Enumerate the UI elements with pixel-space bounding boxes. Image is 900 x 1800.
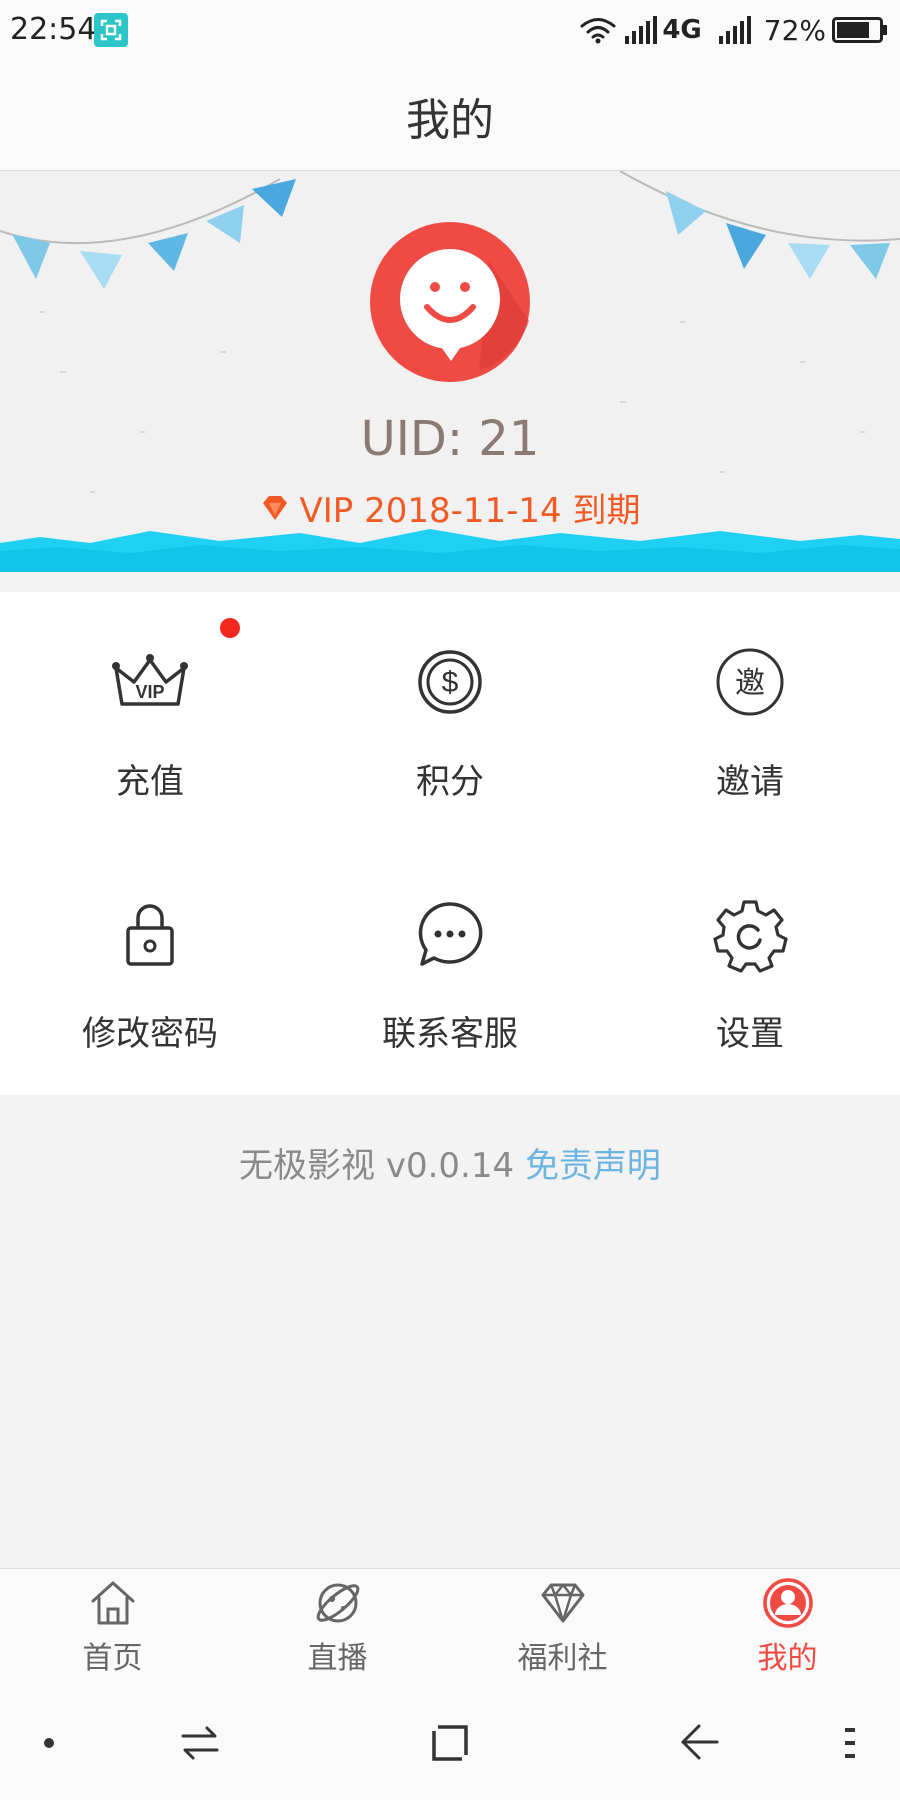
screenshot-icon [94, 13, 128, 47]
diamond-icon [262, 495, 287, 520]
profile-header: UID: 21 VIP 2018-11-14 到期 [0, 171, 900, 572]
status-bar: 22:54 4G 72% [0, 0, 900, 58]
user-id: UID: 21 [360, 411, 540, 467]
battery-percent: 72% [763, 13, 826, 47]
menu-item-recharge[interactable]: VIP 充值 [0, 592, 300, 842]
menu-item-label: 设置 [716, 1014, 784, 1054]
menu-item-label: 积分 [416, 762, 484, 802]
menu-dots-icon[interactable] [825, 1718, 875, 1768]
vip-crown-icon: VIP [112, 654, 188, 706]
menu-item-settings[interactable]: 设置 [600, 844, 900, 1094]
title-bar: 我的 [0, 58, 900, 171]
page-title: 我的 [406, 95, 494, 146]
menu-item-contact-support[interactable]: 联系客服 [300, 844, 600, 1094]
vip-status: VIP 2018-11-14 到期 [0, 483, 900, 532]
smiley-speech-bubble-icon [370, 222, 530, 382]
menu-item-label: 修改密码 [82, 1014, 218, 1054]
switch-arrows-icon[interactable] [175, 1718, 225, 1768]
menu-item-invite[interactable]: 邀 邀请 [600, 592, 900, 842]
disclaimer-link[interactable]: 免责声明 [525, 1146, 661, 1186]
menu-item-label: 充值 [116, 762, 184, 802]
tab-label: 首页 [82, 1641, 143, 1676]
menu-item-points[interactable]: $ 积分 [300, 592, 600, 842]
lock-icon [126, 904, 174, 966]
battery-icon [832, 17, 887, 43]
invite-circle-icon: 邀 [716, 648, 784, 716]
back-arrow-icon[interactable] [675, 1718, 725, 1768]
network-type: 4G [662, 15, 702, 45]
status-time: 22:54 [10, 12, 97, 47]
vip-expiry-text: VIP 2018-11-14 到期 [299, 491, 641, 531]
signal-icon [625, 16, 658, 44]
app-version: 无极影视 v0.0.14 [239, 1146, 515, 1186]
home-icon [91, 1581, 135, 1625]
diamond-icon [541, 1583, 585, 1623]
chat-bubble-icon [418, 902, 483, 966]
home-square-icon[interactable] [425, 1718, 475, 1768]
tab-label: 我的 [757, 1641, 818, 1676]
wifi-icon [580, 18, 616, 44]
svg-text:VIP: VIP [135, 682, 164, 702]
tab-home[interactable]: 首页 [0, 1569, 225, 1685]
version-footer: 无极影视 v0.0.14 免责声明 [0, 1138, 900, 1187]
signal-icon [718, 16, 751, 44]
tab-label: 直播 [307, 1641, 368, 1676]
dot-icon[interactable] [24, 1718, 74, 1768]
tab-label: 福利社 [517, 1641, 608, 1676]
tab-welfare[interactable]: 福利社 [450, 1569, 675, 1685]
tab-live[interactable]: 直播 [225, 1569, 450, 1685]
svg-text:邀: 邀 [735, 666, 765, 701]
system-navigation-bar [0, 1684, 900, 1800]
menu-grid: VIP 充值 $ 积分 邀 邀请 修改密码 联系客服 设置 [0, 592, 900, 1095]
menu-item-change-password[interactable]: 修改密码 [0, 844, 300, 1094]
menu-item-label: 邀请 [716, 762, 784, 802]
user-icon [763, 1578, 813, 1628]
menu-item-label: 联系客服 [382, 1014, 518, 1054]
planet-icon [316, 1583, 360, 1623]
svg-text:$: $ [442, 666, 459, 699]
gear-icon [713, 900, 788, 973]
dollar-coin-icon: $ [418, 650, 482, 714]
notification-badge [220, 618, 240, 638]
tab-mine[interactable]: 我的 [675, 1569, 900, 1685]
bottom-tab-bar: 首页 直播 福利社 我的 [0, 1568, 900, 1685]
